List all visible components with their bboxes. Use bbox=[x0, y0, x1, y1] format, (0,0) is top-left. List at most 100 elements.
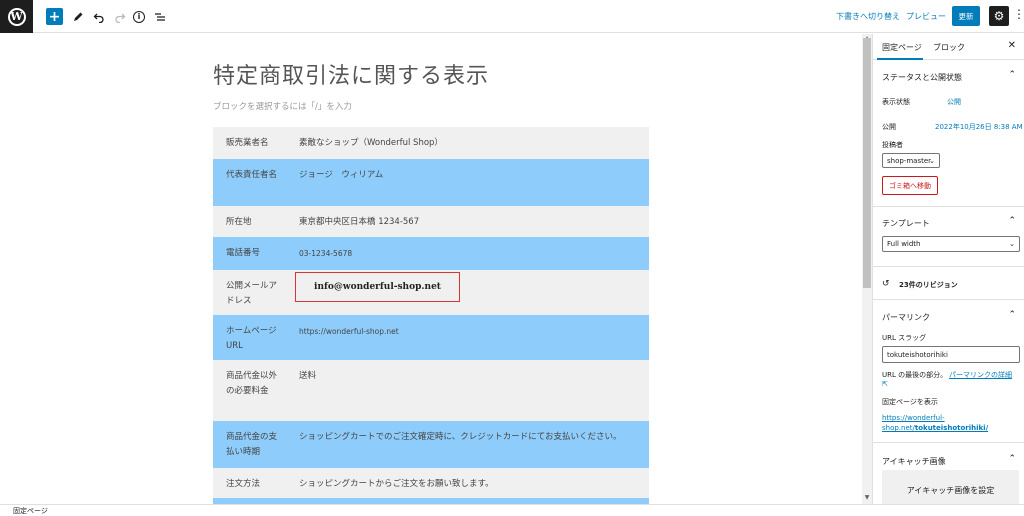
info-table[interactable]: 販売業者名 素敵なショップ（Wonderful Shop） 代表責任者名 ジョー… bbox=[213, 127, 649, 504]
permalink-details-link[interactable]: パーマリンクの詳細 bbox=[949, 370, 1012, 380]
wordpress-logo-icon: W bbox=[7, 7, 26, 26]
list-view-icon bbox=[155, 12, 165, 21]
scroll-down-icon[interactable]: ▼ bbox=[862, 494, 872, 501]
settings-button[interactable]: ⚙ bbox=[989, 6, 1009, 26]
table-cell-label: 代表責任者名 bbox=[226, 170, 278, 180]
wordpress-logo-button[interactable]: W bbox=[0, 0, 33, 33]
table-cell-label: 電話番号 bbox=[226, 248, 261, 258]
revisions-label[interactable]: 23件のリビジョン bbox=[899, 280, 958, 290]
tab-page[interactable]: 固定ページ bbox=[882, 42, 922, 53]
table-cell-value: 素敵なショップ（Wonderful Shop） bbox=[299, 138, 443, 148]
table-cell-label: 注文方法 bbox=[226, 479, 261, 489]
table-cell-value: ショッピングカートでのご注文確定時に、クレジットカードにてお支払いください。 bbox=[299, 432, 622, 442]
publish-date-toggle[interactable]: 2022年10月26日 8:38 AM bbox=[935, 122, 1023, 132]
switch-to-draft-button[interactable]: 下書きへ切り替え bbox=[836, 11, 900, 22]
permalink-panel: パーマリンク ⌃ URL スラッグ tokuteishotorihiki URL… bbox=[873, 300, 1024, 443]
settings-sidebar: 固定ページ ブロック ✕ ステータスと公開状態 ⌃ 表示状態 公開 公開 202… bbox=[872, 34, 1024, 504]
permalink-panel-title[interactable]: パーマリンク bbox=[882, 312, 930, 323]
editor-toolbar: W + i 下書きへ切り替え プレビュー 更新 ⚙ ⋮ bbox=[0, 0, 1024, 33]
chevron-up-icon[interactable]: ⌃ bbox=[1008, 70, 1016, 80]
visibility-label: 表示状態 bbox=[882, 98, 910, 106]
chevron-up-icon[interactable]: ⌃ bbox=[1008, 216, 1016, 226]
tools-button[interactable] bbox=[70, 8, 86, 25]
move-to-trash-button[interactable]: ゴミ箱へ移動 bbox=[882, 176, 938, 195]
table-row[interactable]: 商品代金以外の必要料金 送料 bbox=[213, 360, 649, 421]
view-page-link-slug: tokuteishotorihiki/ bbox=[914, 424, 989, 432]
tab-block[interactable]: ブロック bbox=[933, 42, 965, 53]
table-cell-value: info@wonderful-shop.net bbox=[285, 270, 649, 315]
chevron-up-icon[interactable]: ⌃ bbox=[1008, 454, 1016, 464]
table-cell-value: https://wonderful-shop.net bbox=[299, 327, 399, 336]
details-button[interactable]: i bbox=[131, 8, 147, 25]
list-view-button[interactable] bbox=[152, 8, 168, 25]
author-select[interactable]: shop-master ⌄ bbox=[882, 153, 940, 168]
page-title[interactable]: 特定商取引法に関する表示 bbox=[213, 58, 489, 90]
options-button[interactable]: ⋮ bbox=[1013, 7, 1024, 21]
url-slug-input[interactable]: tokuteishotorihiki bbox=[882, 346, 1020, 363]
table-cell-label: 商品代金の支払い時期 bbox=[226, 432, 278, 457]
scrollbar-thumb[interactable] bbox=[863, 38, 871, 288]
close-icon: ✕ bbox=[1007, 40, 1016, 51]
undo-button[interactable] bbox=[91, 8, 107, 25]
table-row[interactable]: 電話番号 03-1234-5678 bbox=[213, 237, 649, 270]
external-link-icon: ⇱ bbox=[882, 380, 888, 388]
more-vertical-icon: ⋮ bbox=[1013, 7, 1024, 21]
template-panel: テンプレート ⌃ Full width ⌄ bbox=[873, 207, 1024, 267]
chevron-down-icon: ⌄ bbox=[1009, 240, 1015, 248]
history-icon: ↺ bbox=[882, 279, 890, 289]
revisions-panel[interactable]: ↺ 23件のリビジョン bbox=[873, 267, 1024, 300]
table-cell-value: ジョージ ウィリアム bbox=[299, 170, 384, 180]
sidebar-tabs: 固定ページ ブロック ✕ bbox=[873, 34, 1024, 60]
email-highlight-box: info@wonderful-shop.net bbox=[295, 272, 460, 302]
editor-canvas: 特定商取引法に関する表示 ブロックを選択するには「/」を入力 販売業者名 素敵な… bbox=[0, 34, 862, 504]
author-select-value: shop-master bbox=[887, 156, 932, 165]
table-cell-label: 販売業者名 bbox=[226, 138, 269, 148]
info-icon: i bbox=[133, 10, 145, 23]
chevron-up-icon[interactable]: ⌃ bbox=[1008, 310, 1016, 320]
pencil-icon bbox=[74, 12, 83, 21]
table-row[interactable]: 注文方法 ショッピングカートからご注文をお願い致します。 bbox=[213, 468, 649, 498]
set-featured-image-button[interactable]: アイキャッチ画像を設定 bbox=[882, 470, 1019, 504]
url-slug-label: URL スラッグ bbox=[882, 334, 927, 342]
template-panel-title[interactable]: テンプレート bbox=[882, 218, 930, 229]
table-cell-label: 商品代金以外の必要料金 bbox=[226, 371, 278, 396]
visibility-toggle[interactable]: 公開 bbox=[947, 97, 961, 107]
close-sidebar-button[interactable]: ✕ bbox=[1008, 40, 1016, 51]
chevron-down-icon: ⌄ bbox=[929, 156, 935, 165]
author-label: 投稿者 bbox=[882, 141, 903, 149]
editor-scrollbar[interactable]: ▲ ▼ bbox=[862, 34, 872, 504]
table-cell-label: 公開メールアドレス bbox=[226, 281, 278, 306]
table-cell-value: ショッピングカートからご注文をお願い致します。 bbox=[299, 479, 494, 489]
gear-icon: ⚙ bbox=[993, 9, 1005, 23]
update-button[interactable]: 更新 bbox=[952, 6, 980, 26]
preview-button[interactable]: プレビュー bbox=[906, 11, 946, 22]
view-page-link-domain: shop.net/ bbox=[882, 424, 915, 432]
slug-help-text: URL の最後の部分。 bbox=[882, 371, 948, 379]
template-select[interactable]: Full width ⌄ bbox=[882, 236, 1020, 252]
status-panel: ステータスと公開状態 ⌃ 表示状態 公開 公開 2022年10月26日 8:38… bbox=[873, 60, 1024, 207]
redo-button[interactable] bbox=[112, 8, 128, 25]
table-cell-value: 送料 bbox=[299, 371, 317, 381]
table-row[interactable]: ホームページURL https://wonderful-shop.net bbox=[213, 315, 649, 360]
redo-icon bbox=[115, 13, 126, 23]
block-breadcrumb-bar: 固定ページ bbox=[0, 504, 1024, 516]
table-row[interactable]: 販売業者名 素敵なショップ（Wonderful Shop） bbox=[213, 127, 649, 159]
block-appender-placeholder[interactable]: ブロックを選択するには「/」を入力 bbox=[213, 100, 352, 112]
add-block-button[interactable]: + bbox=[46, 8, 63, 25]
table-cell-value: 03-1234-5678 bbox=[299, 249, 353, 258]
breadcrumb-item[interactable]: 固定ページ bbox=[13, 506, 48, 516]
status-panel-title[interactable]: ステータスと公開状態 bbox=[882, 72, 962, 83]
table-row[interactable]: 商品代金の支払い時期 ショッピングカートでのご注文確定時に、クレジットカードにて… bbox=[213, 421, 649, 468]
featured-image-panel-title[interactable]: アイキャッチ画像 bbox=[882, 456, 946, 467]
table-cell-label: 所在地 bbox=[226, 217, 252, 227]
template-select-value: Full width bbox=[887, 240, 921, 248]
publish-label: 公開 bbox=[882, 123, 896, 131]
undo-icon bbox=[93, 13, 104, 23]
table-cell-label: ホームページURL bbox=[226, 326, 277, 351]
table-row[interactable]: 公開メールアドレス info@wonderful-shop.net bbox=[213, 270, 649, 315]
view-page-link-line1[interactable]: https://wonderful- bbox=[882, 414, 945, 422]
table-row[interactable]: 代表責任者名 ジョージ ウィリアム bbox=[213, 159, 649, 206]
view-page-link-line2[interactable]: shop.net/tokuteishotorihiki/ bbox=[882, 424, 988, 432]
view-page-label: 固定ページを表示 bbox=[882, 398, 938, 406]
table-row[interactable]: 所在地 東京都中央区日本橋 1234-567 bbox=[213, 206, 649, 237]
